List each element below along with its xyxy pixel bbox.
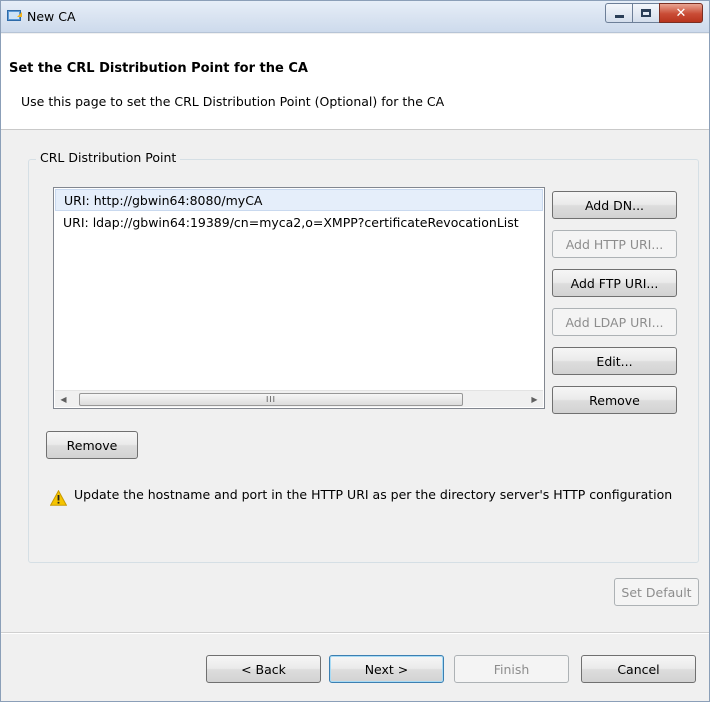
- new-ca-dialog: New CA ✕ Set the CRL Distribution Point …: [0, 0, 710, 702]
- close-icon: ✕: [675, 5, 687, 21]
- add-dn-button[interactable]: Add DN...: [552, 191, 677, 219]
- add-ftp-uri-button[interactable]: Add FTP URI...: [552, 269, 677, 297]
- edit-button[interactable]: Edit...: [552, 347, 677, 375]
- set-default-button[interactable]: Set Default: [614, 578, 699, 606]
- footer-divider-highlight: [1, 633, 709, 634]
- page-title: Set the CRL Distribution Point for the C…: [9, 61, 308, 76]
- page-description: Use this page to set the CRL Distributio…: [21, 94, 445, 109]
- list-item-ldap-uri[interactable]: URI: ldap://gbwin64:19389/cn=myca2,o=XMP…: [55, 212, 543, 234]
- window-title: New CA: [27, 9, 76, 24]
- minimize-icon: [614, 15, 624, 18]
- ca-wizard-icon: [7, 10, 22, 21]
- list-item-http-uri[interactable]: URI: http://gbwin64:8080/myCA: [55, 189, 543, 211]
- uri-list[interactable]: URI: http://gbwin64:8080/myCA URI: ldap:…: [53, 187, 545, 409]
- wizard-header: Set the CRL Distribution Point for the C…: [1, 34, 709, 130]
- add-ldap-uri-button[interactable]: Add LDAP URI...: [552, 308, 677, 336]
- scroll-left-icon[interactable]: ◀: [55, 391, 72, 407]
- cancel-button[interactable]: Cancel: [581, 655, 696, 683]
- remove-button[interactable]: Remove: [46, 431, 138, 459]
- maximize-icon: [641, 9, 651, 17]
- title-bar[interactable]: New CA ✕: [1, 1, 709, 33]
- scroll-thumb[interactable]: III: [79, 393, 463, 406]
- scroll-grip: III: [265, 394, 277, 404]
- back-button[interactable]: < Back: [206, 655, 321, 683]
- window-controls: ✕: [605, 3, 703, 23]
- next-button[interactable]: Next >: [329, 655, 444, 683]
- remove-uri-button[interactable]: Remove: [552, 386, 677, 414]
- scroll-right-icon[interactable]: ▶: [526, 391, 543, 407]
- minimize-button[interactable]: [605, 3, 632, 23]
- warning-message: Update the hostname and port in the HTTP…: [74, 487, 673, 502]
- group-label: CRL Distribution Point: [36, 150, 181, 165]
- maximize-button[interactable]: [632, 3, 659, 23]
- warning-triangle-icon: [50, 490, 67, 506]
- finish-button[interactable]: Finish: [454, 655, 569, 683]
- close-button[interactable]: ✕: [659, 3, 703, 23]
- add-http-uri-button[interactable]: Add HTTP URI...: [552, 230, 677, 258]
- horizontal-scrollbar[interactable]: ◀ III ▶: [55, 390, 543, 407]
